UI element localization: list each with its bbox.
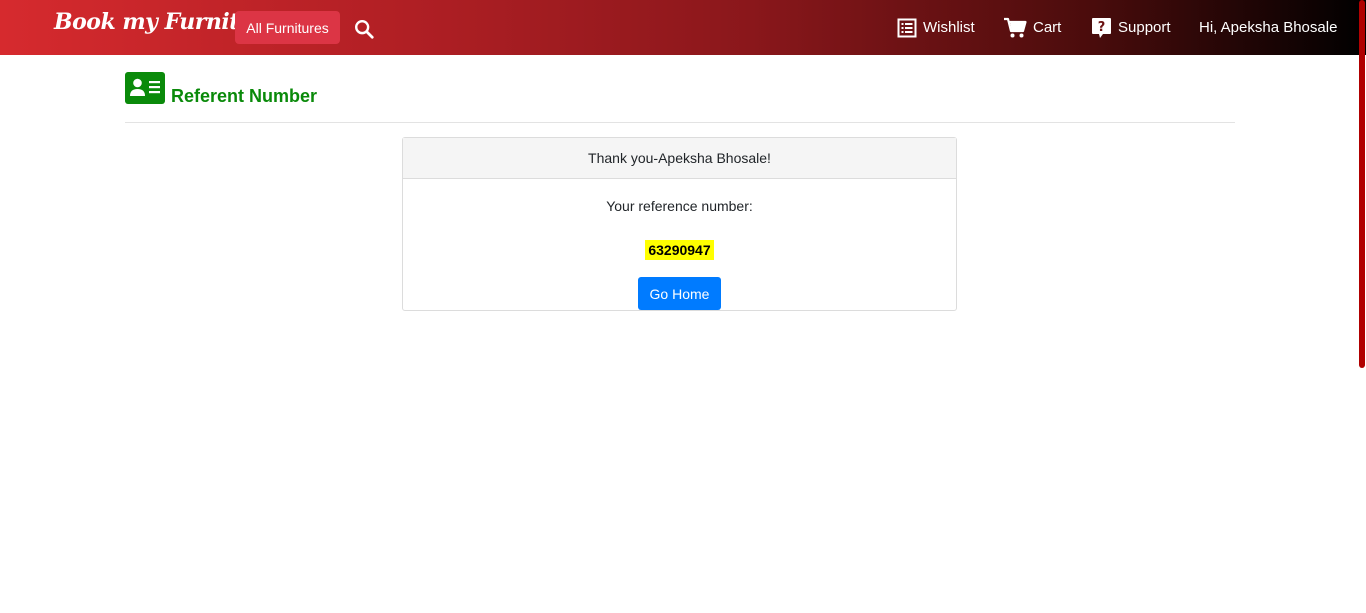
all-furnitures-button[interactable]: All Furnitures bbox=[235, 11, 340, 44]
search-icon[interactable] bbox=[353, 18, 375, 40]
page-title: Referent Number bbox=[171, 86, 318, 106]
top-navbar: Book my Furniture All Furnitures Wishlis… bbox=[0, 0, 1366, 55]
user-greeting[interactable]: Hi, Apeksha Bhosale bbox=[1199, 0, 1337, 55]
reference-number: 63290947 bbox=[645, 240, 714, 260]
wishlist-icon bbox=[897, 18, 917, 37]
support-label: Support bbox=[1118, 19, 1171, 36]
go-home-button[interactable]: Go Home bbox=[638, 277, 721, 310]
cart-icon bbox=[1004, 17, 1027, 37]
card-header: Thank you-Apeksha Bhosale! bbox=[403, 138, 956, 179]
support-icon: ? bbox=[1092, 17, 1111, 38]
reference-label: Your reference number: bbox=[606, 198, 753, 214]
nav-support[interactable]: ? Support bbox=[1091, 0, 1171, 55]
nav-wishlist[interactable]: Wishlist bbox=[897, 0, 975, 55]
reference-card: Thank you-Apeksha Bhosale! Your referenc… bbox=[402, 137, 957, 311]
wishlist-label: Wishlist bbox=[923, 19, 975, 36]
nav-cart[interactable]: Cart bbox=[1003, 0, 1061, 55]
scrollbar[interactable] bbox=[1359, 0, 1365, 368]
id-card-icon bbox=[125, 72, 165, 104]
svg-text:?: ? bbox=[1098, 20, 1106, 35]
cart-label: Cart bbox=[1033, 19, 1062, 36]
title-divider bbox=[125, 122, 1235, 123]
